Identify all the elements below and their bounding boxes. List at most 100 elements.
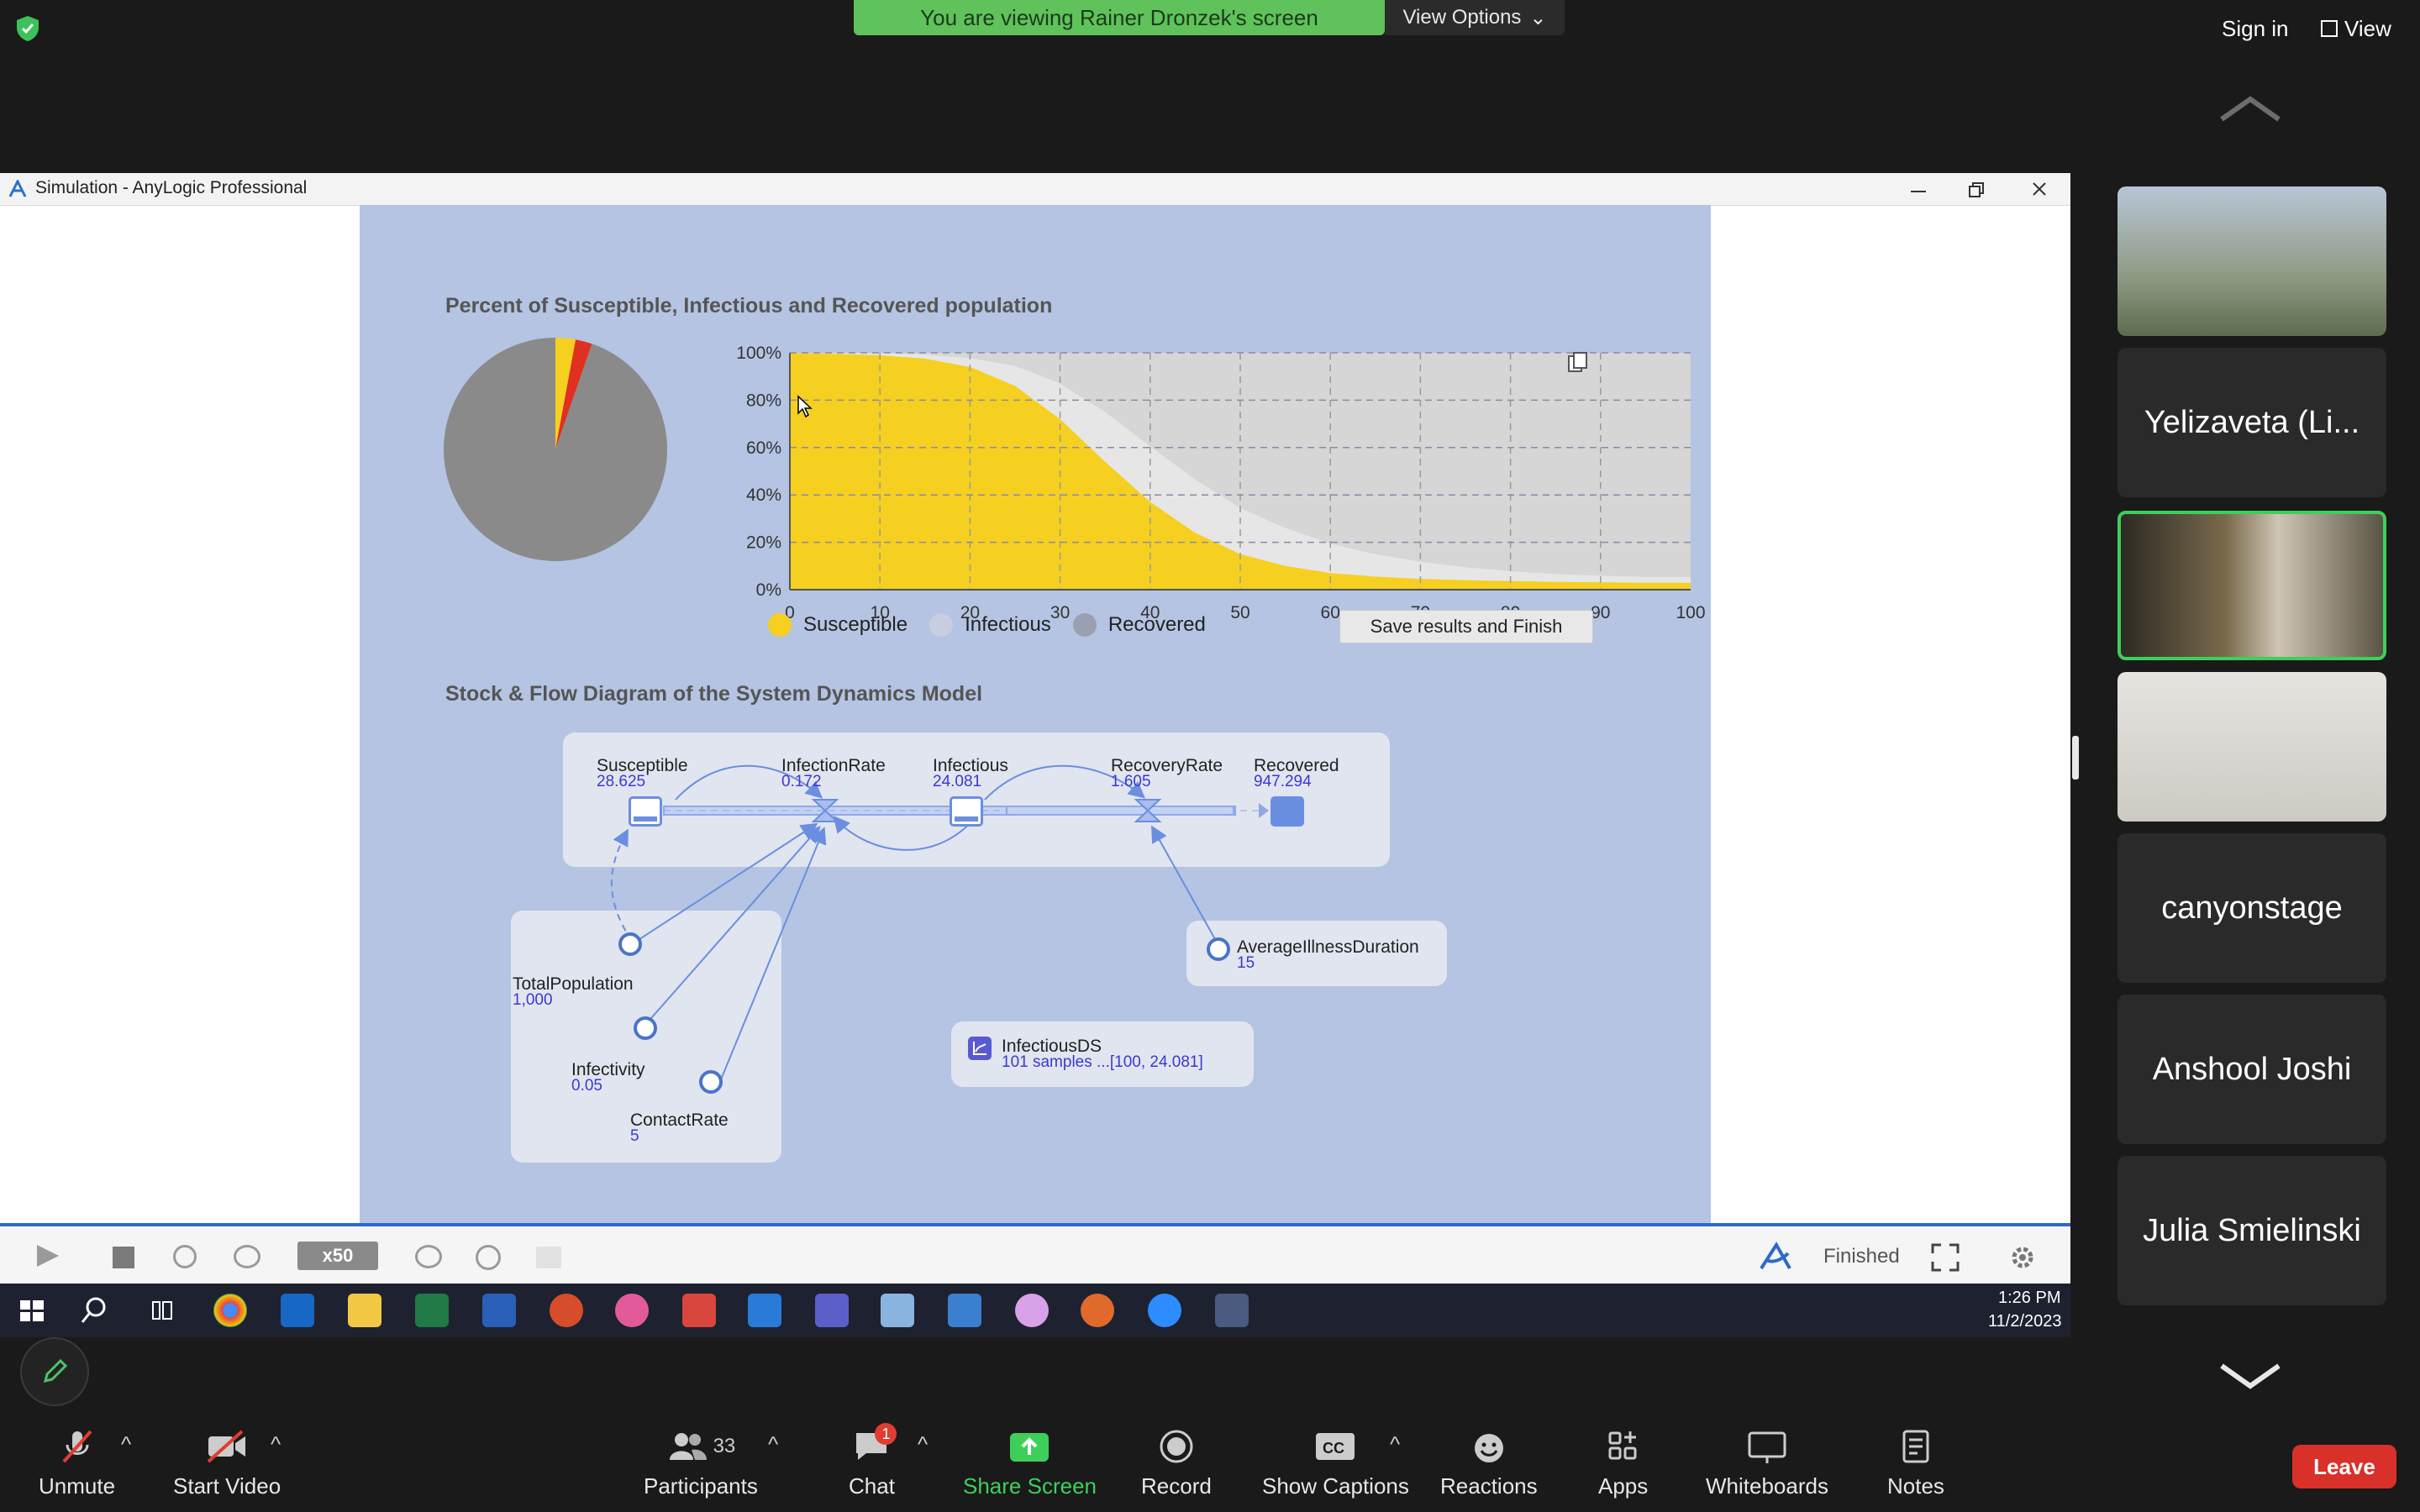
settings-gear-icon[interactable] [2007,1242,2039,1278]
participant-video-1[interactable] [2118,186,2386,336]
dataset-icon[interactable] [968,1037,992,1060]
mic-muted-icon [55,1428,99,1465]
view-options-button[interactable]: View Options ⌄ [1385,0,1565,35]
calculator-icon[interactable] [948,1294,981,1327]
excel-icon[interactable] [415,1294,449,1327]
reactions-label: Reactions [1440,1473,1538,1499]
share-screen-button[interactable]: Share Screen [963,1428,1097,1499]
participant-tile-anshool[interactable]: Anshool Joshi [2118,995,2386,1144]
avg-illness-value: 15 [1237,954,1255,972]
chat-button[interactable]: 1 Chat [849,1423,897,1499]
word-icon[interactable] [482,1294,516,1327]
whiteboards-button[interactable]: Whiteboards [1706,1428,1828,1499]
file-explorer-icon[interactable] [348,1294,381,1327]
chrome-icon[interactable] [213,1294,247,1327]
notes-label: Notes [1887,1473,1944,1499]
participant-video-active-speaker[interactable] [2118,511,2386,660]
restore-icon[interactable] [1963,180,1988,200]
anylogic-window: Simulation - AnyLogic Professional Perce… [0,173,2070,1284]
captions-caret-icon[interactable]: ^ [1390,1431,1400,1457]
window-titlebar: Simulation - AnyLogic Professional [0,173,2070,206]
fast-forward-icon[interactable] [476,1245,501,1270]
leave-button[interactable]: Leave [2292,1445,2396,1488]
step-icon[interactable] [173,1245,197,1268]
scroll-down-icon[interactable] [2218,1362,2282,1395]
view-button[interactable]: View [2321,12,2391,45]
taskbar-date: 11/2/2023 [1988,1312,2062,1331]
paint-icon[interactable] [1015,1294,1049,1327]
snipping-tool-icon[interactable] [682,1294,716,1327]
anylogic-active-icon[interactable] [1215,1294,1249,1327]
reactions-button[interactable]: Reactions [1440,1428,1538,1499]
zoom-icon[interactable] [1148,1294,1181,1327]
susceptible-value: 28.625 [597,773,646,790]
pen-icon [43,1358,68,1383]
faster-icon[interactable] [415,1245,442,1268]
participants-count: 33 [713,1435,736,1457]
notes-button[interactable]: Notes [1887,1428,1944,1499]
infectious-ds-value: 101 samples ...[100, 24.081] [1002,1053,1203,1071]
sharing-banner: You are viewing Rainer Dronzek's screen [854,0,1385,35]
annotate-pen-button[interactable] [20,1337,89,1406]
infection-rate-value: 0.172 [781,773,822,790]
panel-resize-handle[interactable] [2072,736,2079,780]
participants-button[interactable]: 33 Participants [644,1428,758,1499]
task-view-icon[interactable] [145,1294,178,1327]
avg-illness-label: AverageIllnessDuration [1237,937,1419,957]
chat-icon: 1 [850,1423,897,1465]
windows-taskbar: 1:26 PM 11/2/2023 [0,1284,2070,1337]
stop-icon[interactable] [113,1247,134,1268]
slower-icon[interactable] [234,1245,260,1268]
start-video-button[interactable]: Start Video [173,1428,281,1499]
recovery-rate-value: 1.605 [1111,773,1151,790]
fullscreen-icon[interactable] [1931,1243,1960,1276]
audio-options-caret-icon[interactable]: ^ [121,1431,131,1457]
susceptible-stock[interactable] [629,796,662,827]
scroll-up-icon[interactable] [2218,94,2282,127]
anylogic-taskbar-icon[interactable] [748,1294,781,1327]
recovered-stock[interactable] [1270,796,1304,827]
run-icon[interactable] [34,1243,62,1273]
participants-icon: 33 [655,1428,747,1465]
close-icon[interactable] [2027,180,2052,200]
grid-view-icon [2321,20,2338,37]
show-captions-label: Show Captions [1262,1473,1409,1499]
unmute-button[interactable]: Unmute [39,1428,115,1499]
participant-tile-canyonstage[interactable]: canyonstage [2118,833,2386,983]
record-button[interactable]: Record [1141,1428,1212,1499]
sign-in-button[interactable]: Sign in [2222,12,2289,45]
speed-indicator[interactable]: x50 [297,1242,378,1270]
apps-button[interactable]: Apps [1598,1428,1648,1499]
apps-icon [1602,1428,1645,1465]
security-shield-icon[interactable] [15,15,40,42]
total-population-param-icon[interactable] [618,932,642,956]
notepad-icon[interactable] [881,1294,914,1327]
participant-tile-julia[interactable]: Julia Smielinski [2118,1156,2386,1305]
participants-caret-icon[interactable]: ^ [768,1431,778,1457]
recovered-value: 947.294 [1254,773,1312,790]
teams-icon[interactable] [815,1294,849,1327]
participant-video-3[interactable] [2118,672,2386,822]
avg-illness-param-icon[interactable] [1207,937,1230,961]
minimize-icon[interactable] [1906,180,1931,200]
smiley-icon [1467,1428,1511,1465]
infectious-stock[interactable] [950,796,983,827]
chat-caret-icon[interactable]: ^ [918,1431,928,1457]
blank-square-icon[interactable] [536,1247,561,1268]
windows-start-icon[interactable] [15,1294,49,1327]
chat-label: Chat [849,1473,895,1499]
chevron-down-icon: ⌄ [1529,6,1547,29]
contact-rate-param-icon[interactable] [699,1070,723,1094]
video-off-icon [205,1428,249,1465]
outlook-icon[interactable] [281,1294,314,1327]
video-options-caret-icon[interactable]: ^ [271,1431,281,1457]
search-icon[interactable] [77,1294,111,1327]
itunes-icon[interactable] [615,1294,649,1327]
apps-label: Apps [1598,1473,1649,1499]
vensim-icon[interactable] [1081,1294,1114,1327]
taskbar-time: 1:26 PM [1998,1289,2061,1307]
infectivity-param-icon[interactable] [634,1016,657,1040]
participant-tile-yelizaveta[interactable]: Yelizaveta (Li... [2118,348,2386,497]
powerpoint-icon[interactable] [550,1294,583,1327]
show-captions-button[interactable]: CC Show Captions [1262,1428,1409,1499]
